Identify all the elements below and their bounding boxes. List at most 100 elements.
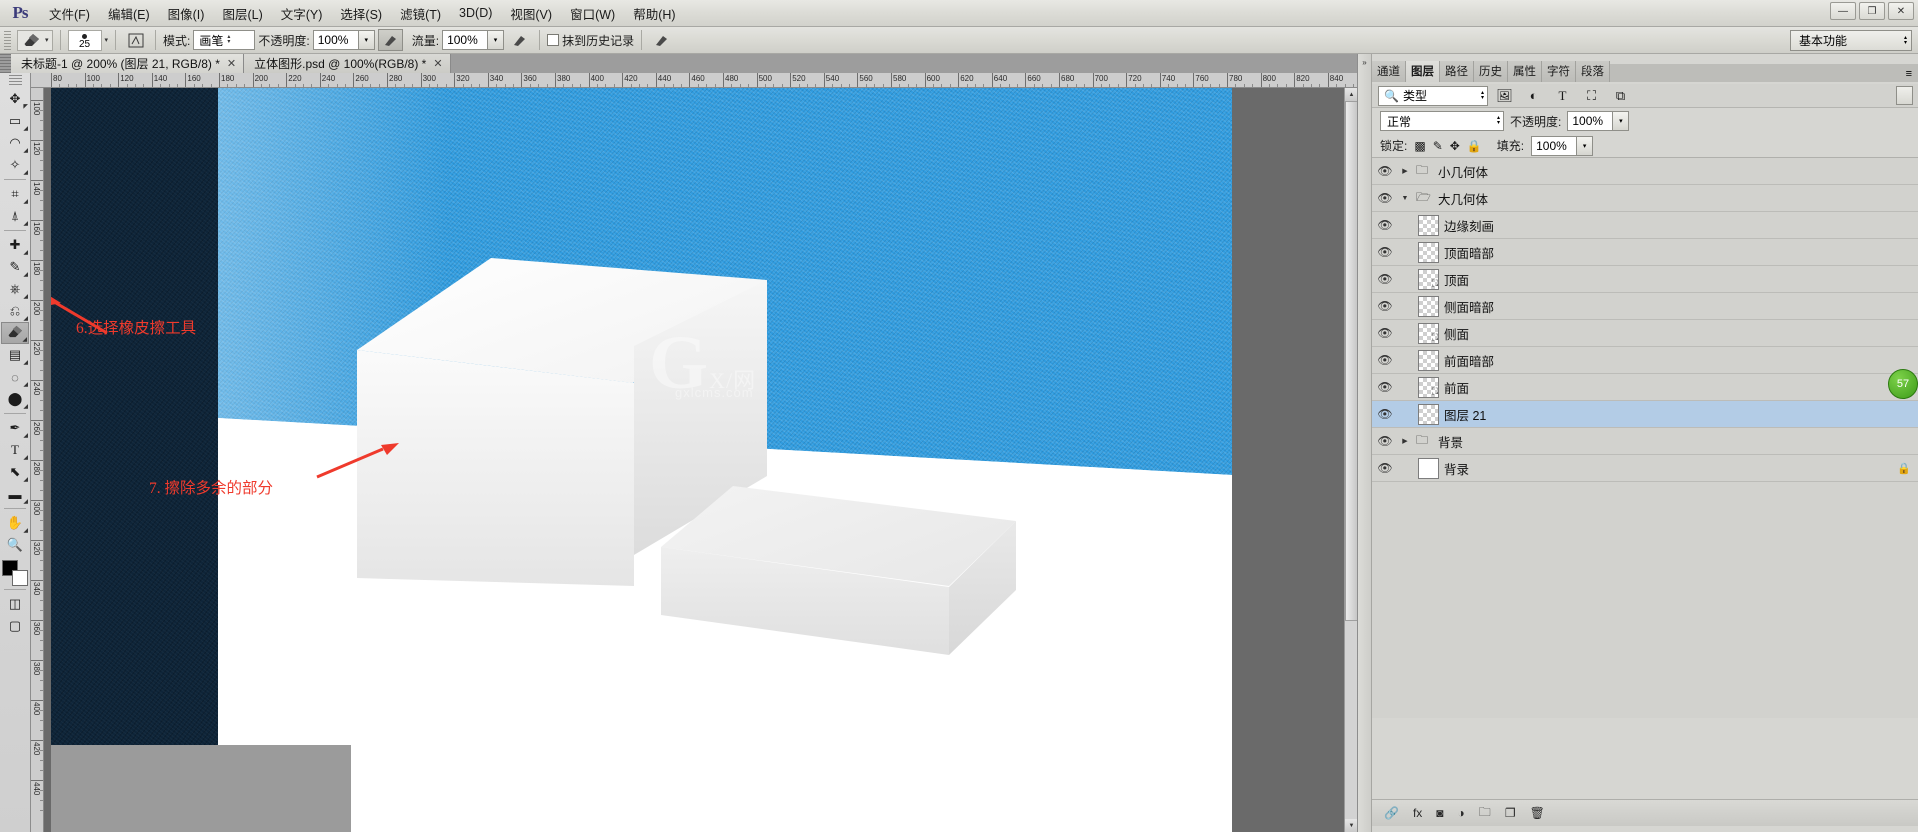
tab-properties[interactable]: 属性 [1508, 61, 1542, 82]
document-canvas[interactable]: GX/网 gxlcms.com 6.选择橡皮擦工具 7. 擦除多余的部分 [51, 88, 1232, 832]
eye-icon[interactable]: 👁 [1376, 164, 1394, 178]
workspace-switcher[interactable]: 基本功能 ▴ ▾ [1790, 30, 1912, 51]
eye-icon[interactable]: 👁 [1376, 218, 1394, 232]
toggle-brush-panel-icon[interactable] [123, 29, 148, 51]
filter-toggle-switch[interactable] [1896, 86, 1913, 105]
type-filter-icon[interactable]: T [1550, 86, 1575, 106]
layer-row[interactable]: 👁 背录 🔒 [1372, 455, 1918, 482]
layer-row[interactable]: 👁 边缘刻画 [1372, 212, 1918, 239]
scroll-down-icon[interactable]: ▼ [1345, 819, 1357, 832]
pixel-filter-icon[interactable]: 🖼 [1492, 86, 1517, 106]
link-layers-icon[interactable]: 🔗 [1384, 806, 1399, 820]
healing-brush-tool[interactable]: ✚ ◢ [1, 234, 29, 256]
brush-chevron-icon[interactable]: ▾ [105, 36, 109, 44]
chevron-right-icon[interactable]: ▶ [1399, 167, 1411, 175]
opacity-pressure-icon[interactable] [377, 29, 403, 51]
layer-row[interactable]: 👁 ▶ 🗀 小几何体 [1372, 158, 1918, 185]
lock-transparency-icon[interactable]: ▩ [1414, 139, 1425, 153]
tab-paragraph[interactable]: 段落 [1576, 61, 1610, 82]
opacity-control[interactable]: 100% ▾ [312, 30, 375, 50]
eyedropper-tool[interactable]: ⍋ ◢ [1, 205, 29, 227]
layer-row[interactable]: 👁 ⛶ 前面 [1372, 374, 1918, 401]
tab-channels[interactable]: 通道 [1372, 61, 1406, 82]
collapse-icon[interactable]: » [1358, 54, 1371, 67]
eye-icon[interactable]: 👁 [1376, 353, 1394, 367]
layer-thumbnail[interactable] [1418, 349, 1439, 371]
menu-edit[interactable]: 编辑(E) [99, 0, 159, 27]
new-layer-icon[interactable]: ❐ [1505, 806, 1516, 820]
layer-thumbnail[interactable] [1418, 403, 1439, 425]
flow-chevron-icon[interactable]: ▾ [488, 30, 505, 50]
layer-filter-type-select[interactable]: 🔍 类型 ▴ ▾ [1378, 85, 1488, 106]
document-tab-1[interactable]: 未标题-1 @ 200% (图层 21, RGB/8) * ✕ [11, 54, 245, 73]
layer-thumbnail[interactable] [1418, 457, 1439, 479]
chevron-right-icon[interactable]: ▶ [1399, 437, 1411, 445]
panel-menu-icon[interactable]: ≡ [1899, 66, 1918, 82]
hand-tool[interactable]: ✋ ◢ [1, 512, 29, 534]
eye-icon[interactable]: 👁 [1376, 299, 1394, 313]
eye-icon[interactable]: 👁 [1376, 245, 1394, 259]
marquee-tool[interactable]: ▭ ◢ [1, 110, 29, 132]
gradient-tool[interactable]: ▤ ◢ [1, 344, 29, 366]
eye-icon[interactable]: 👁 [1376, 407, 1394, 421]
canvas-vertical-scrollbar[interactable]: ▲ ▼ [1344, 88, 1357, 832]
layer-row-selected[interactable]: 👁 图层 21 [1372, 401, 1918, 428]
mode-select[interactable]: 画笔 ▴ ▾ [193, 30, 256, 50]
tool-preset-picker[interactable]: ▾ [17, 29, 53, 51]
vertical-ruler[interactable]: 100 120 140 160 180 200 220 240 260 280 300 320 340 3… [31, 88, 44, 832]
screen-mode-toggle[interactable]: ▢ [1, 615, 29, 637]
layer-row[interactable]: 👁 ▶ 🗀 背景 [1372, 428, 1918, 455]
menu-select[interactable]: 选择(S) [331, 0, 391, 27]
layer-row[interactable]: 👁 侧面暗部 [1372, 293, 1918, 320]
eye-icon[interactable]: 👁 [1376, 380, 1394, 394]
blend-mode-select[interactable]: 正常 ▴ ▾ [1380, 111, 1504, 131]
layer-thumbnail[interactable] [1418, 214, 1439, 236]
move-tool[interactable]: ✥ ◤ [1, 88, 29, 110]
layer-style-icon[interactable]: fx [1413, 806, 1422, 820]
panel-collapse-strip[interactable]: » [1358, 54, 1372, 832]
menu-help[interactable]: 帮助(H) [624, 0, 684, 27]
layer-thumbnail[interactable] [1418, 295, 1439, 317]
panel-opacity-chevron-icon[interactable]: ▾ [1613, 111, 1630, 131]
tablet-pressure-icon[interactable] [649, 29, 674, 51]
zoom-tool[interactable]: 🔍 [1, 534, 29, 556]
quick-selection-tool[interactable]: ✧ ◢ [1, 154, 29, 176]
layer-row[interactable]: 👁 前面暗部 [1372, 347, 1918, 374]
menu-layer[interactable]: 图层(L) [213, 0, 271, 27]
scroll-thumb[interactable] [1345, 101, 1357, 621]
menu-filter[interactable]: 滤镜(T) [391, 0, 450, 27]
path-selection-tool[interactable]: ⬉ ◢ [1, 461, 29, 483]
tab-layers[interactable]: 图层 [1406, 61, 1440, 82]
layer-row[interactable]: 👁 顶面暗部 [1372, 239, 1918, 266]
eye-icon[interactable]: 👁 [1376, 326, 1394, 340]
lasso-tool[interactable]: ◠ ◢ [1, 132, 29, 154]
close-icon[interactable]: ✕ [227, 57, 236, 70]
brush-size-field[interactable]: 25 [67, 29, 102, 51]
close-button[interactable]: ✕ [1888, 2, 1914, 20]
menu-image[interactable]: 图像(I) [159, 0, 214, 27]
minimize-button[interactable]: — [1830, 2, 1856, 20]
layer-row[interactable]: 👁 ⛶ 侧面 [1372, 320, 1918, 347]
layer-thumbnail[interactable]: ⛶ [1418, 268, 1439, 290]
lock-image-icon[interactable]: ✎ [1433, 139, 1443, 153]
tab-paths[interactable]: 路径 [1440, 61, 1474, 82]
panel-opacity-control[interactable]: 100% ▾ [1567, 111, 1630, 131]
history-brush-tool[interactable]: ⎌ ◢ [1, 300, 29, 322]
horizontal-ruler[interactable]: 80 100 120 140 160 180 200 220 240 260 280 300 320 34… [31, 73, 1357, 88]
layer-mask-icon[interactable]: ◙ [1436, 806, 1443, 820]
canvas-area[interactable]: GX/网 gxlcms.com 6.选择橡皮擦工具 7. 擦除多余的部分 ▲ ▼ [44, 88, 1357, 832]
menu-view[interactable]: 视图(V) [501, 0, 561, 27]
menu-window[interactable]: 窗口(W) [561, 0, 624, 27]
close-icon[interactable]: ✕ [433, 57, 442, 70]
menu-3d[interactable]: 3D(D) [450, 2, 501, 24]
eye-icon[interactable]: 👁 [1376, 434, 1394, 448]
pen-tool[interactable]: ✒ ◢ [1, 417, 29, 439]
clone-stamp-tool[interactable]: ⎈ ◢ [1, 278, 29, 300]
lock-all-icon[interactable]: 🔒 [1467, 139, 1482, 153]
fill-control[interactable]: 100% ▾ [1531, 135, 1594, 156]
adjustment-layer-icon[interactable]: ◑ [1458, 806, 1465, 820]
layer-thumbnail[interactable]: ⛶ [1418, 376, 1439, 398]
document-tab-2[interactable]: 立体图形.psd @ 100%(RGB/8) * ✕ [244, 54, 451, 73]
new-group-icon[interactable]: 🗀 [1479, 803, 1491, 824]
type-tool[interactable]: T ◢ [1, 439, 29, 461]
